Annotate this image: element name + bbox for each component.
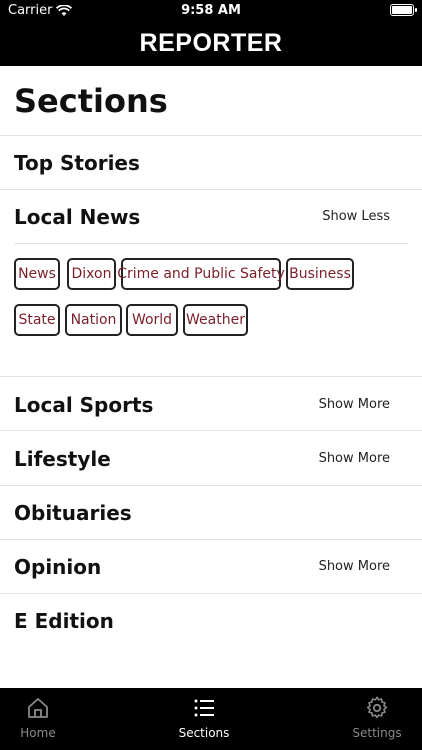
section-local-sports[interactable]: Local Sports <box>14 393 153 417</box>
tag-dixon[interactable]: Dixon <box>67 258 116 290</box>
tag-world[interactable]: World <box>126 304 178 336</box>
status-bar: Carrier 9:58 AM <box>0 0 422 22</box>
tag-state[interactable]: State <box>14 304 60 336</box>
list-icon <box>194 699 214 717</box>
section-e-edition[interactable]: E Edition <box>14 609 114 633</box>
divider <box>0 485 422 486</box>
page-title: Sections <box>14 82 168 120</box>
gear-icon <box>366 696 388 719</box>
show-less-button[interactable]: Show Less <box>322 209 390 224</box>
divider <box>14 243 408 244</box>
divider <box>0 189 422 190</box>
tab-home-label: Home <box>20 726 56 740</box>
tab-sections-label: Sections <box>178 726 230 740</box>
tab-bar: Home Sections Settings <box>0 688 422 750</box>
tag-weather[interactable]: Weather <box>183 304 248 336</box>
tag-business[interactable]: Business <box>286 258 354 290</box>
divider <box>0 539 422 540</box>
show-more-button-lifestyle[interactable]: Show More <box>319 451 390 466</box>
battery-icon <box>390 4 417 16</box>
divider <box>0 430 422 431</box>
section-lifestyle[interactable]: Lifestyle <box>14 447 111 471</box>
show-more-button-opinion[interactable]: Show More <box>319 559 390 574</box>
divider <box>0 135 422 136</box>
tab-home[interactable]: Home <box>0 696 88 740</box>
tag-news[interactable]: News <box>14 258 60 290</box>
tab-settings-label: Settings <box>352 726 402 740</box>
section-opinion[interactable]: Opinion <box>14 555 101 579</box>
tab-sections[interactable]: Sections <box>154 696 254 740</box>
section-top-stories[interactable]: Top Stories <box>14 151 140 175</box>
show-more-button-local-sports[interactable]: Show More <box>319 397 390 412</box>
section-obituaries[interactable]: Obituaries <box>14 501 132 525</box>
house-icon <box>28 698 48 718</box>
tab-settings[interactable]: Settings <box>327 696 422 740</box>
app-logo: REPORTER <box>139 29 283 57</box>
tag-crime-and-public-safety[interactable]: Crime and Public Safety <box>117 258 285 290</box>
section-local-news[interactable]: Local News <box>14 205 140 229</box>
status-time: 9:58 AM <box>181 3 241 18</box>
top-bar: Carrier 9:58 AM REPORTER <box>0 0 422 66</box>
divider <box>0 376 422 377</box>
divider <box>0 593 422 594</box>
tag-nation[interactable]: Nation <box>65 304 122 336</box>
